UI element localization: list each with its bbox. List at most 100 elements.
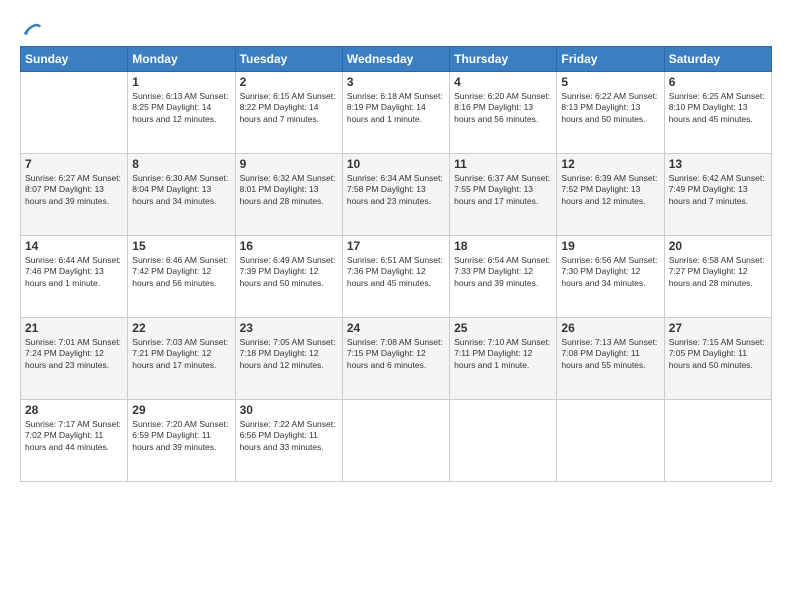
day-number: 22 [132, 321, 230, 335]
day-number: 3 [347, 75, 445, 89]
day-cell: 17 Sunrise: 6:51 AM Sunset: 7:36 PM Dayli… [342, 236, 449, 318]
day-cell: 28 Sunrise: 7:17 AM Sunset: 7:02 PM Dayli… [21, 400, 128, 482]
day-cell: 29 Sunrise: 7:20 AM Sunset: 6:59 PM Dayli… [128, 400, 235, 482]
day-cell: 19 Sunrise: 6:56 AM Sunset: 7:30 PM Dayli… [557, 236, 664, 318]
col-header-tuesday: Tuesday [235, 47, 342, 72]
day-cell: 2 Sunrise: 6:15 AM Sunset: 8:22 PM Daylig… [235, 72, 342, 154]
day-number: 2 [240, 75, 338, 89]
day-info: Sunrise: 6:49 AM Sunset: 7:39 PM Dayligh… [240, 255, 338, 289]
day-number: 16 [240, 239, 338, 253]
day-cell: 9 Sunrise: 6:32 AM Sunset: 8:01 PM Daylig… [235, 154, 342, 236]
day-number: 12 [561, 157, 659, 171]
day-info: Sunrise: 6:27 AM Sunset: 8:07 PM Dayligh… [25, 173, 123, 207]
calendar-table: SundayMondayTuesdayWednesdayThursdayFrid… [20, 46, 772, 482]
day-number: 29 [132, 403, 230, 417]
week-row-5: 28 Sunrise: 7:17 AM Sunset: 7:02 PM Dayli… [21, 400, 772, 482]
day-info: Sunrise: 7:13 AM Sunset: 7:08 PM Dayligh… [561, 337, 659, 371]
day-number: 14 [25, 239, 123, 253]
header-row: SundayMondayTuesdayWednesdayThursdayFrid… [21, 47, 772, 72]
day-cell: 25 Sunrise: 7:10 AM Sunset: 7:11 PM Dayli… [450, 318, 557, 400]
day-cell: 18 Sunrise: 6:54 AM Sunset: 7:33 PM Dayli… [450, 236, 557, 318]
col-header-saturday: Saturday [664, 47, 771, 72]
day-number: 11 [454, 157, 552, 171]
day-info: Sunrise: 6:54 AM Sunset: 7:33 PM Dayligh… [454, 255, 552, 289]
day-info: Sunrise: 7:20 AM Sunset: 6:59 PM Dayligh… [132, 419, 230, 453]
day-number: 18 [454, 239, 552, 253]
day-number: 24 [347, 321, 445, 335]
day-cell: 5 Sunrise: 6:22 AM Sunset: 8:13 PM Daylig… [557, 72, 664, 154]
day-number: 23 [240, 321, 338, 335]
day-info: Sunrise: 6:18 AM Sunset: 8:19 PM Dayligh… [347, 91, 445, 125]
day-number: 15 [132, 239, 230, 253]
day-cell: 22 Sunrise: 7:03 AM Sunset: 7:21 PM Dayli… [128, 318, 235, 400]
day-number: 10 [347, 157, 445, 171]
day-number: 7 [25, 157, 123, 171]
day-info: Sunrise: 7:22 AM Sunset: 6:56 PM Dayligh… [240, 419, 338, 453]
col-header-friday: Friday [557, 47, 664, 72]
day-info: Sunrise: 6:30 AM Sunset: 8:04 PM Dayligh… [132, 173, 230, 207]
day-info: Sunrise: 7:10 AM Sunset: 7:11 PM Dayligh… [454, 337, 552, 371]
day-number: 26 [561, 321, 659, 335]
day-info: Sunrise: 7:01 AM Sunset: 7:24 PM Dayligh… [25, 337, 123, 371]
day-cell: 21 Sunrise: 7:01 AM Sunset: 7:24 PM Dayli… [21, 318, 128, 400]
day-number: 4 [454, 75, 552, 89]
week-row-2: 7 Sunrise: 6:27 AM Sunset: 8:07 PM Daylig… [21, 154, 772, 236]
day-cell: 27 Sunrise: 7:15 AM Sunset: 7:05 PM Dayli… [664, 318, 771, 400]
day-info: Sunrise: 6:58 AM Sunset: 7:27 PM Dayligh… [669, 255, 767, 289]
day-number: 8 [132, 157, 230, 171]
logo [20, 18, 46, 38]
col-header-thursday: Thursday [450, 47, 557, 72]
day-number: 17 [347, 239, 445, 253]
day-info: Sunrise: 6:32 AM Sunset: 8:01 PM Dayligh… [240, 173, 338, 207]
logo-bird-icon [22, 18, 46, 38]
day-info: Sunrise: 6:20 AM Sunset: 8:16 PM Dayligh… [454, 91, 552, 125]
day-number: 9 [240, 157, 338, 171]
day-info: Sunrise: 6:39 AM Sunset: 7:52 PM Dayligh… [561, 173, 659, 207]
day-number: 25 [454, 321, 552, 335]
day-cell [664, 400, 771, 482]
day-info: Sunrise: 6:25 AM Sunset: 8:10 PM Dayligh… [669, 91, 767, 125]
day-cell: 1 Sunrise: 6:13 AM Sunset: 8:25 PM Daylig… [128, 72, 235, 154]
day-number: 27 [669, 321, 767, 335]
col-header-wednesday: Wednesday [342, 47, 449, 72]
day-info: Sunrise: 6:44 AM Sunset: 7:46 PM Dayligh… [25, 255, 123, 289]
day-number: 21 [25, 321, 123, 335]
day-info: Sunrise: 6:51 AM Sunset: 7:36 PM Dayligh… [347, 255, 445, 289]
day-info: Sunrise: 6:34 AM Sunset: 7:58 PM Dayligh… [347, 173, 445, 207]
header [20, 18, 772, 38]
day-cell: 20 Sunrise: 6:58 AM Sunset: 7:27 PM Dayli… [664, 236, 771, 318]
day-cell: 26 Sunrise: 7:13 AM Sunset: 7:08 PM Dayli… [557, 318, 664, 400]
day-number: 20 [669, 239, 767, 253]
day-info: Sunrise: 6:56 AM Sunset: 7:30 PM Dayligh… [561, 255, 659, 289]
col-header-sunday: Sunday [21, 47, 128, 72]
day-cell [557, 400, 664, 482]
day-info: Sunrise: 7:05 AM Sunset: 7:18 PM Dayligh… [240, 337, 338, 371]
day-info: Sunrise: 6:42 AM Sunset: 7:49 PM Dayligh… [669, 173, 767, 207]
day-cell: 11 Sunrise: 6:37 AM Sunset: 7:55 PM Dayli… [450, 154, 557, 236]
day-info: Sunrise: 6:37 AM Sunset: 7:55 PM Dayligh… [454, 173, 552, 207]
page-container: SundayMondayTuesdayWednesdayThursdayFrid… [0, 0, 792, 612]
day-info: Sunrise: 7:03 AM Sunset: 7:21 PM Dayligh… [132, 337, 230, 371]
day-cell: 13 Sunrise: 6:42 AM Sunset: 7:49 PM Dayli… [664, 154, 771, 236]
day-number: 6 [669, 75, 767, 89]
day-cell [342, 400, 449, 482]
col-header-monday: Monday [128, 47, 235, 72]
day-info: Sunrise: 6:46 AM Sunset: 7:42 PM Dayligh… [132, 255, 230, 289]
day-info: Sunrise: 6:13 AM Sunset: 8:25 PM Dayligh… [132, 91, 230, 125]
day-number: 1 [132, 75, 230, 89]
day-number: 28 [25, 403, 123, 417]
day-info: Sunrise: 7:17 AM Sunset: 7:02 PM Dayligh… [25, 419, 123, 453]
day-info: Sunrise: 6:22 AM Sunset: 8:13 PM Dayligh… [561, 91, 659, 125]
day-cell: 6 Sunrise: 6:25 AM Sunset: 8:10 PM Daylig… [664, 72, 771, 154]
day-number: 5 [561, 75, 659, 89]
day-info: Sunrise: 7:08 AM Sunset: 7:15 PM Dayligh… [347, 337, 445, 371]
day-number: 19 [561, 239, 659, 253]
day-cell: 14 Sunrise: 6:44 AM Sunset: 7:46 PM Dayli… [21, 236, 128, 318]
day-cell: 3 Sunrise: 6:18 AM Sunset: 8:19 PM Daylig… [342, 72, 449, 154]
day-cell: 24 Sunrise: 7:08 AM Sunset: 7:15 PM Dayli… [342, 318, 449, 400]
day-info: Sunrise: 7:15 AM Sunset: 7:05 PM Dayligh… [669, 337, 767, 371]
day-info: Sunrise: 6:15 AM Sunset: 8:22 PM Dayligh… [240, 91, 338, 125]
day-number: 13 [669, 157, 767, 171]
day-cell: 4 Sunrise: 6:20 AM Sunset: 8:16 PM Daylig… [450, 72, 557, 154]
day-cell: 30Sunrise: 7:22 AM Sunset: 6:56 PM Dayli… [235, 400, 342, 482]
